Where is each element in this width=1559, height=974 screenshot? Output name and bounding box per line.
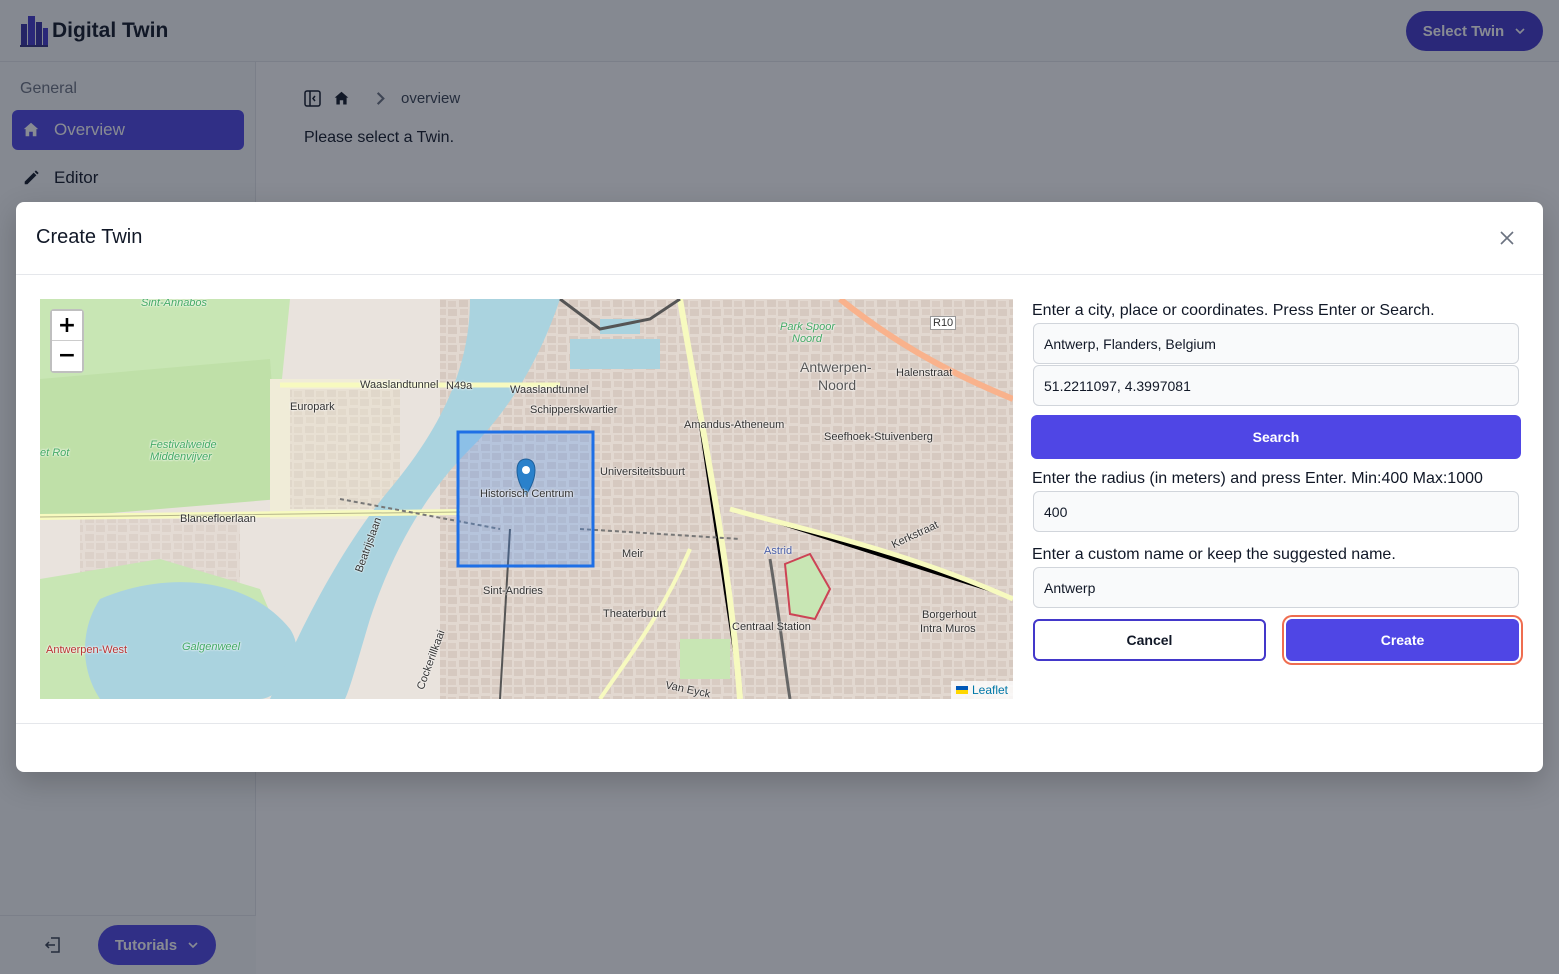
leaflet-link[interactable]: Leaflet: [972, 683, 1008, 697]
map-label: Schipperskwartier: [530, 404, 618, 416]
map-label: Seefhoek-Stuivenberg: [824, 431, 933, 443]
map-label: Amandus-Atheneum: [684, 419, 785, 431]
map-label: Sint-Annabos: [141, 299, 208, 309]
map-label: Astrid: [764, 545, 793, 557]
map-label: Theaterbuurt: [603, 608, 666, 620]
modal-title: Create Twin: [36, 226, 143, 248]
map-label: Universiteitsbuurt: [600, 466, 685, 478]
map-label: Noord: [818, 377, 857, 393]
close-icon[interactable]: [1498, 229, 1516, 247]
map-label: Antwerpen-: [800, 359, 872, 375]
name-label: Enter a custom name or keep the suggeste…: [1032, 546, 1396, 563]
map-label: Intra Muros: [920, 623, 976, 635]
radius-label: Enter the radius (in meters) and press E…: [1032, 470, 1483, 487]
search-button[interactable]: Search: [1031, 415, 1521, 459]
coordinates-input[interactable]: 51.2211097, 4.3997081: [1033, 365, 1519, 406]
map-label: Middenvijver: [150, 451, 212, 463]
map-label: Halenstraat: [896, 367, 953, 379]
map-label: Waaslandtunnel: [360, 379, 439, 391]
create-button[interactable]: Create: [1286, 619, 1519, 661]
name-input[interactable]: Antwerp: [1033, 567, 1519, 608]
modal-header: Create Twin: [16, 202, 1543, 275]
map-label: Noord: [792, 333, 822, 345]
map-label: Europark: [290, 401, 335, 413]
zoom-out-button[interactable]: −: [52, 341, 82, 371]
map-label: R10: [930, 316, 957, 330]
zoom-in-button[interactable]: +: [52, 311, 82, 341]
map-label: Festivalweide: [150, 439, 217, 451]
map-attribution: Leaflet: [950, 681, 1013, 699]
create-twin-modal: Create Twin Sint-Annabos Waaslandtunnel …: [16, 202, 1543, 772]
map-label: et Rot: [40, 447, 70, 459]
map-label: Blancefloerlaan: [180, 513, 256, 525]
map-label: Meir: [622, 548, 644, 560]
zoom-control: + −: [50, 309, 84, 373]
ukraine-flag-icon: [955, 686, 968, 694]
map[interactable]: Sint-Annabos Waaslandtunnel N49a Waaslan…: [40, 299, 1013, 699]
map-label: Waaslandtunnel: [510, 384, 589, 396]
location-input[interactable]: Antwerp, Flanders, Belgium: [1033, 323, 1519, 364]
location-label: Enter a city, place or coordinates. Pres…: [1032, 302, 1435, 319]
map-label: Sint-Andries: [483, 585, 543, 597]
cancel-button[interactable]: Cancel: [1033, 619, 1266, 661]
map-label: Centraal Station: [732, 621, 811, 633]
map-label: N49a: [446, 380, 473, 392]
map-label: Galgenweel: [182, 641, 241, 653]
modal-footer: [16, 723, 1543, 772]
radius-input[interactable]: 400: [1033, 491, 1519, 532]
map-label: Borgerhout: [922, 609, 977, 621]
map-label: Park Spoor: [780, 321, 836, 333]
map-label: Antwerpen-West: [46, 644, 128, 656]
map-label: Historisch Centrum: [480, 488, 574, 500]
